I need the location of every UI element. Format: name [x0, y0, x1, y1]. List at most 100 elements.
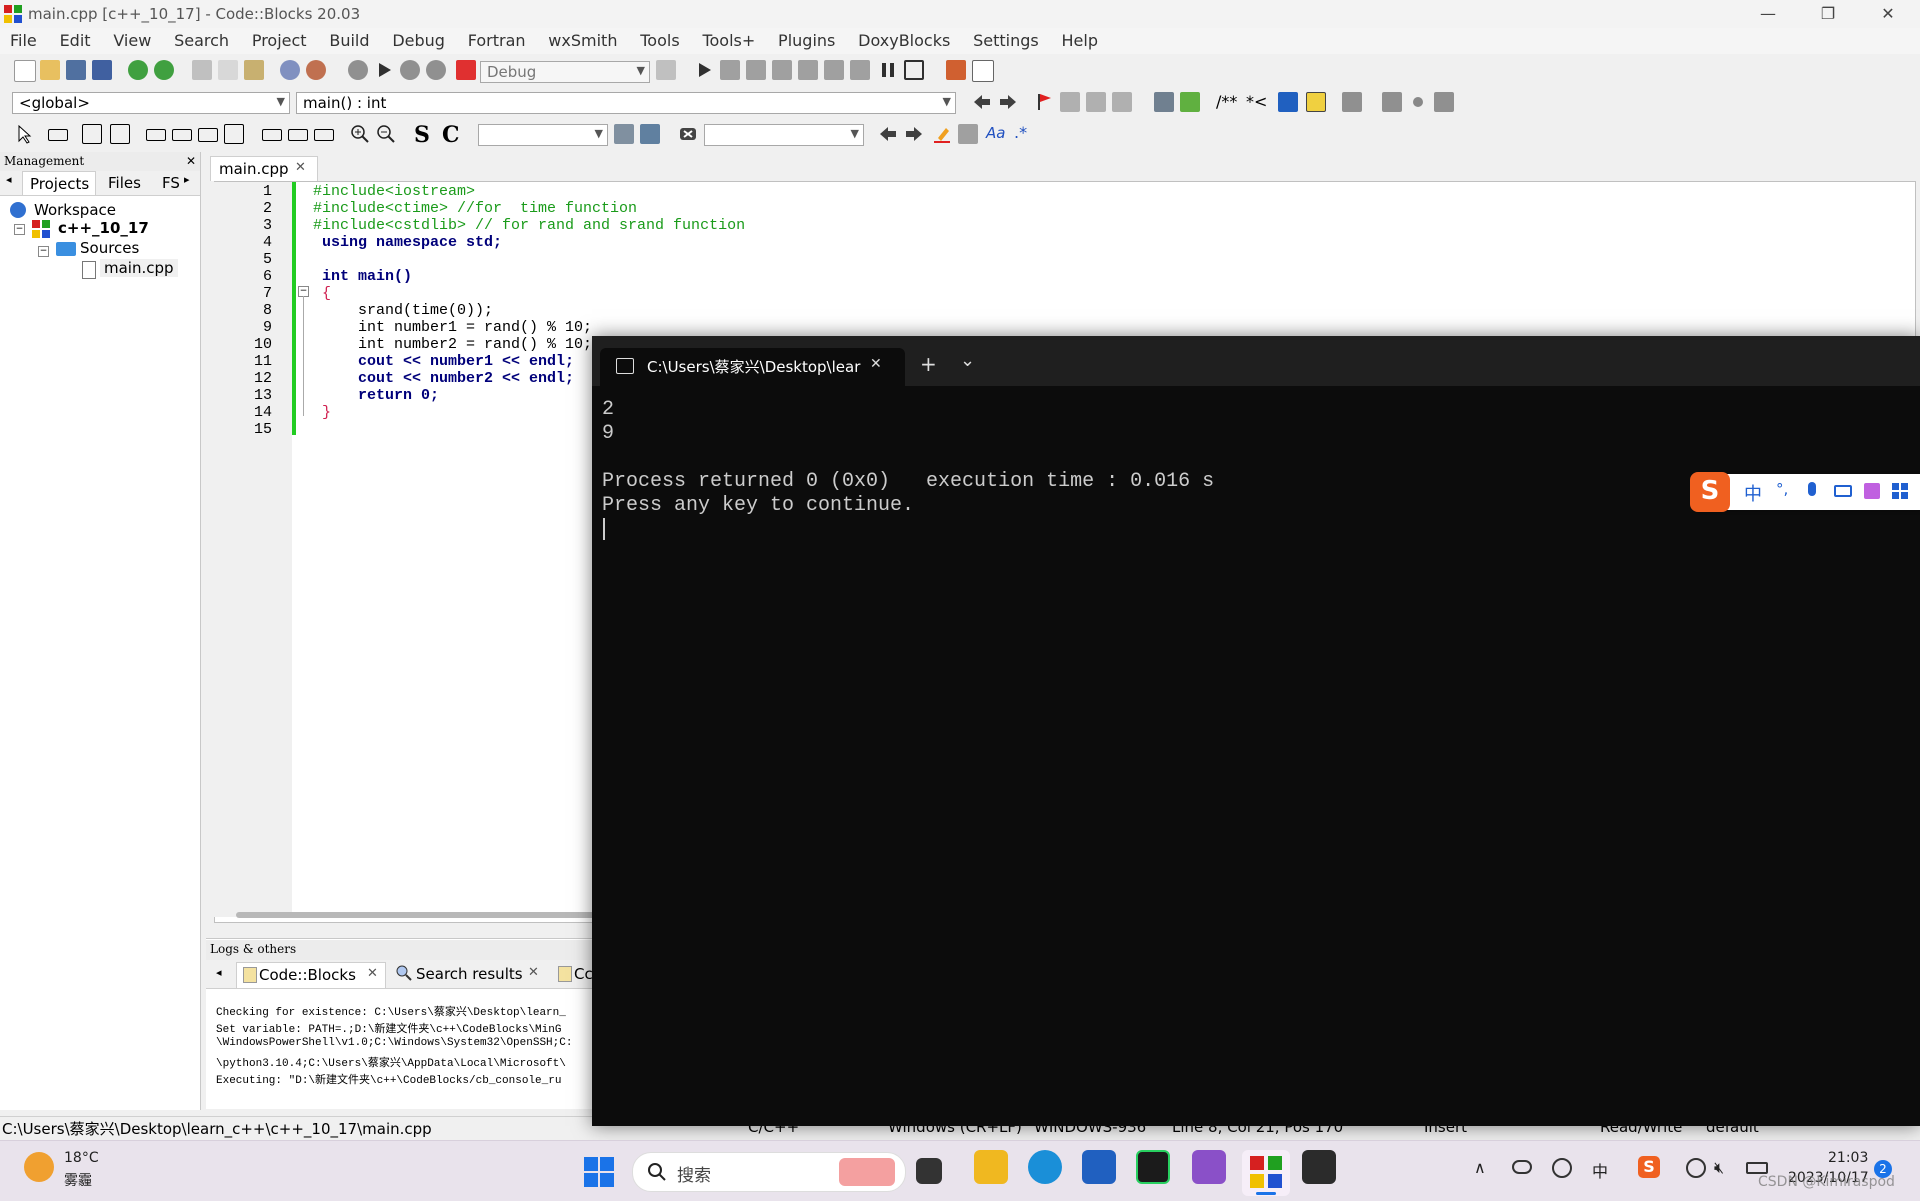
menu-settings[interactable]: Settings [963, 28, 1047, 50]
file-explorer-icon[interactable] [974, 1150, 1008, 1184]
highlight-marker-icon[interactable] [932, 124, 952, 144]
flex-sizer-icon[interactable] [224, 124, 244, 144]
tab-projects[interactable]: Projects [22, 171, 96, 195]
menu-fortran[interactable]: Fortran [458, 28, 534, 50]
search-prev-icon[interactable] [878, 124, 898, 144]
toolbox-grid-icon[interactable] [1892, 483, 1908, 499]
run-to-cursor-icon[interactable] [720, 60, 740, 80]
debug-windows-icon[interactable] [946, 60, 966, 80]
info-icon[interactable] [972, 60, 994, 82]
dialog-icon[interactable] [110, 124, 130, 144]
symbol-select[interactable]: main() : int ▼ [296, 92, 956, 114]
codeblocks-taskbar-button[interactable] [1242, 1150, 1290, 1196]
undo-icon[interactable] [128, 60, 148, 80]
chm-help-icon[interactable] [1306, 92, 1326, 112]
menu-edit[interactable]: Edit [50, 28, 99, 50]
options-wrench-icon[interactable] [640, 124, 660, 144]
battery-icon[interactable] [1746, 1162, 1768, 1174]
find-icon[interactable] [280, 60, 300, 80]
tree-project[interactable]: c++_10_17 [58, 219, 149, 237]
build-and-run-icon[interactable] [400, 60, 420, 80]
menu-view[interactable]: View [103, 28, 159, 50]
menu-search[interactable]: Search [164, 28, 237, 50]
button-widget-icon[interactable] [262, 129, 282, 141]
pointer-icon[interactable] [14, 124, 34, 144]
record-icon[interactable] [1408, 92, 1428, 112]
grid-sizer-icon[interactable] [198, 128, 218, 142]
run-icon[interactable] [374, 60, 394, 80]
jump-forward-icon[interactable] [998, 92, 1018, 112]
textctrl-widget-icon[interactable] [288, 129, 308, 141]
ime-punctuation-button[interactable]: °, [1776, 480, 1788, 498]
sizer-icon[interactable] [146, 129, 166, 141]
tab-fs[interactable]: FS [162, 174, 180, 192]
step-out-icon[interactable] [798, 60, 818, 80]
copy-icon[interactable] [218, 60, 238, 80]
network-globe-icon[interactable] [1686, 1158, 1706, 1178]
terminal-tab-close-button[interactable]: ✕ [870, 356, 882, 372]
volume-muted-icon[interactable]: 🔇︎ [1714, 1158, 1724, 1178]
regex-button[interactable]: .* [1014, 123, 1027, 142]
next-instruction-icon[interactable] [824, 60, 844, 80]
logs-tab-close-button[interactable]: ✕ [367, 966, 378, 981]
tree-file-main[interactable]: main.cpp [100, 259, 178, 277]
block-comment-button[interactable]: /** [1216, 92, 1237, 111]
visual-studio-icon[interactable] [1192, 1150, 1226, 1184]
logs-tab-scroll-left-icon[interactable]: ◂ [216, 966, 222, 979]
menu-tools-plus[interactable]: Tools+ [692, 28, 763, 50]
extract-docs-icon[interactable] [1180, 92, 1200, 112]
clock-time[interactable]: 21:03 [1828, 1150, 1868, 1166]
microphone-icon[interactable] [1808, 482, 1816, 496]
terminal-tab[interactable]: C:\Users\蔡家兴\Desktop\lear ✕ [600, 348, 905, 386]
incremental-search-input[interactable]: ▼ [704, 124, 864, 146]
terminal-window[interactable] [592, 336, 1920, 1126]
logs-tab-search-results[interactable]: Search results ✕ [390, 962, 540, 988]
tree-workspace[interactable]: Workspace [34, 201, 116, 219]
sogou-logo-icon[interactable]: S [1690, 472, 1730, 512]
next-line-icon[interactable] [746, 60, 766, 80]
menu-tools[interactable]: Tools [630, 28, 687, 50]
editor-tab-main[interactable]: main.cpp ✕ [210, 156, 318, 181]
tab-files[interactable]: Files [108, 174, 141, 192]
menu-wxsmith[interactable]: wxSmith [538, 28, 625, 50]
menu-doxyblocks[interactable]: DoxyBlocks [848, 28, 958, 50]
windows-start-icon[interactable] [584, 1157, 614, 1191]
build-gear-icon[interactable] [348, 60, 368, 80]
paste-icon[interactable] [244, 60, 264, 80]
frame-icon[interactable] [48, 129, 68, 141]
build-target-select[interactable]: Debug ▼ [480, 61, 650, 83]
box-sizer-icon[interactable] [172, 129, 192, 141]
menu-project[interactable]: Project [242, 28, 315, 50]
cut-icon[interactable] [192, 60, 212, 80]
terminal-taskbar-icon[interactable] [1302, 1150, 1336, 1184]
highlight-select[interactable]: ▼ [478, 124, 608, 146]
logs-tab-close-button[interactable]: ✕ [528, 965, 539, 980]
c-letter-icon[interactable]: C [442, 122, 460, 148]
rebuild-icon[interactable] [426, 60, 446, 80]
close-window-button[interactable]: ✕ [1858, 0, 1918, 28]
onedrive-icon[interactable] [1512, 1160, 1532, 1174]
edge-browser-icon[interactable] [1028, 1150, 1062, 1184]
show-targets-icon[interactable] [656, 60, 676, 80]
menu-file[interactable]: File [0, 28, 45, 50]
find-in-files-icon[interactable] [614, 124, 634, 144]
step-instruction-icon[interactable] [850, 60, 870, 80]
sync-icon[interactable] [1552, 1158, 1572, 1178]
step-into-icon[interactable] [772, 60, 792, 80]
first-call-icon[interactable] [1382, 92, 1402, 112]
selected-text-icon[interactable] [958, 124, 978, 144]
task-view-icon[interactable] [916, 1158, 942, 1184]
zoom-in-icon[interactable] [350, 124, 370, 144]
tab-scroll-right-icon[interactable]: ▸ [184, 173, 190, 186]
zoom-out-icon[interactable] [376, 124, 396, 144]
keyboard-icon[interactable] [1834, 485, 1852, 497]
wrench-icon[interactable] [1342, 92, 1362, 112]
pycharm-icon[interactable] [1136, 1150, 1170, 1184]
last-call-icon[interactable] [1434, 92, 1454, 112]
strikethrough-s-icon[interactable]: S [414, 122, 430, 148]
html-docs-icon[interactable] [1278, 92, 1298, 112]
match-case-button[interactable]: Aa [986, 124, 1005, 142]
bookmark-flag-icon[interactable] [1034, 92, 1054, 112]
show-hidden-icons-icon[interactable]: ∧ [1474, 1158, 1486, 1177]
pause-icon[interactable] [878, 60, 898, 80]
